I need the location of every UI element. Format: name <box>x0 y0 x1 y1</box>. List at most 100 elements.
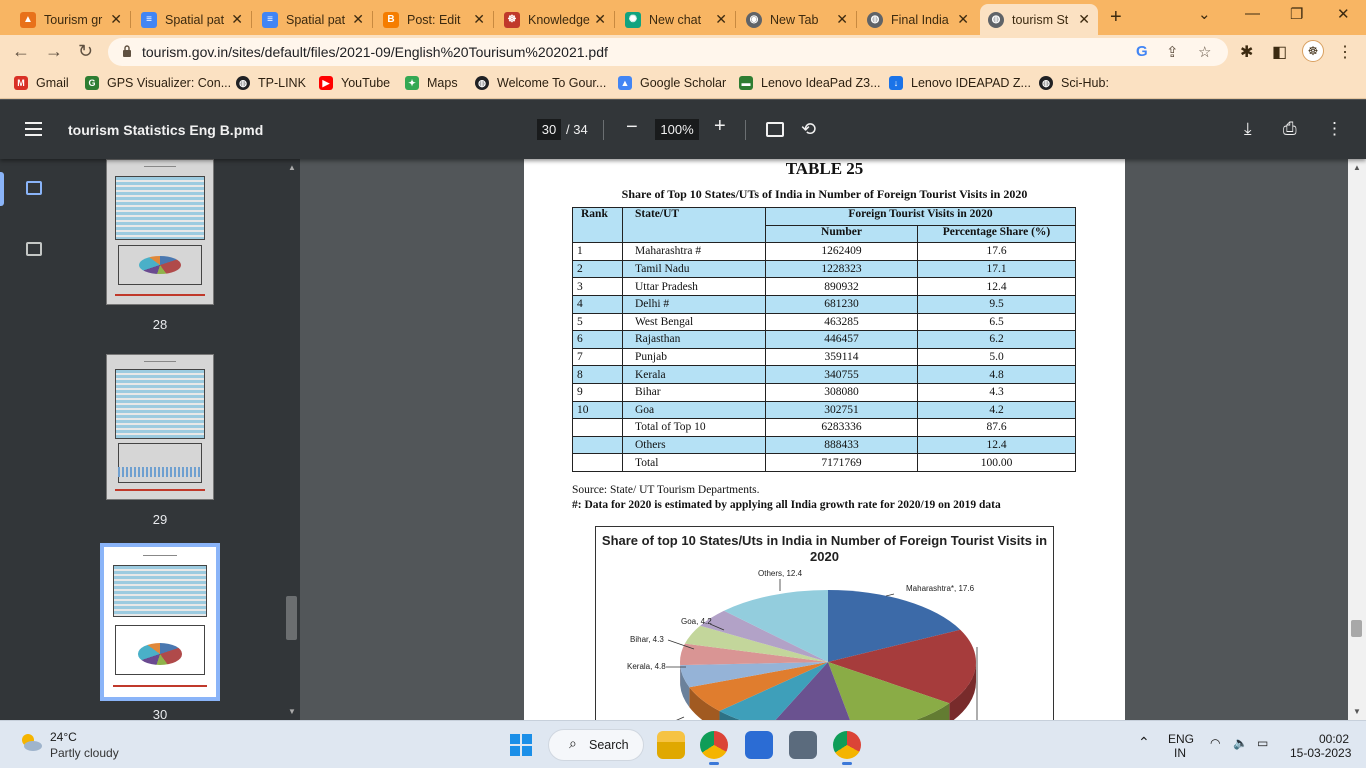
clock-date[interactable]: 15-03-2023 <box>1290 746 1351 760</box>
bookmark-gmail[interactable]: M Gmail <box>14 76 69 90</box>
pdf-page: TABLE 25 Share of Top 10 States/UTs of I… <box>524 159 1125 720</box>
close-icon[interactable]: ✕ <box>110 11 122 28</box>
lenovo-icon: ▬ <box>739 76 753 90</box>
close-icon[interactable]: ✕ <box>957 11 969 28</box>
bookmark-lenovo-1[interactable]: ▬ Lenovo IdeaPad Z3... <box>739 76 881 90</box>
number-cell: 1262409 <box>765 242 918 261</box>
more-options-icon[interactable]: ⋮ <box>1326 119 1343 139</box>
bookmark-gps-visualizer[interactable]: G GPS Visualizer: Con... <box>85 76 231 90</box>
scroll-thumb[interactable] <box>1351 620 1362 637</box>
close-icon[interactable]: ✕ <box>473 11 485 28</box>
chrome-icon[interactable] <box>700 731 728 765</box>
bookmark-gour[interactable]: ◍ Welcome To Gour... <box>475 76 606 90</box>
zoom-input[interactable]: 100% <box>655 119 699 140</box>
scroll-down-icon[interactable]: ▼ <box>1353 707 1361 716</box>
close-icon[interactable]: ✕ <box>352 11 364 28</box>
pie-chart: Share of top 10 States/Uts in India in N… <box>595 526 1054 720</box>
scroll-up-icon[interactable]: ▲ <box>1353 163 1361 172</box>
table-title: TABLE 25 <box>785 159 864 178</box>
header-number: Number <box>765 224 918 244</box>
thumbnail-page-28[interactable] <box>106 159 214 305</box>
windows-start-icon[interactable] <box>510 734 532 756</box>
tab-1[interactable]: ≡ Spatial pat ✕ <box>133 4 251 35</box>
bookmark-sci-hub[interactable]: ◍ Sci-Hub: <box>1039 76 1109 90</box>
page-number-input[interactable]: 30 <box>537 119 561 140</box>
scroll-down-icon[interactable]: ▼ <box>288 707 296 716</box>
tab-label: Post: Edit <box>407 12 461 27</box>
zoom-in-icon[interactable]: + <box>714 115 726 138</box>
table-row: 10 Goa 302751 4.2 <box>572 400 1076 420</box>
print-icon[interactable]: ⎙ <box>1283 119 1297 139</box>
download-icon[interactable]: ⤓ <box>1244 119 1252 139</box>
language-primary[interactable]: ENG <box>1168 732 1194 746</box>
sidebar-scrollbar[interactable] <box>286 596 297 640</box>
tab-6[interactable]: ◉ New Tab ✕ <box>738 4 856 35</box>
language-secondary[interactable]: IN <box>1174 746 1186 760</box>
bookmark-tp-link[interactable]: ◍ TP-LINK <box>236 76 306 90</box>
calculator-icon[interactable] <box>789 731 817 759</box>
bookmark-youtube[interactable]: ▶ YouTube <box>319 76 390 90</box>
tab-5[interactable]: ✺ New chat ✕ <box>617 4 735 35</box>
file-explorer-icon[interactable] <box>657 731 685 759</box>
side-panel-icon[interactable]: ◧ <box>1272 42 1287 62</box>
menu-kebab-icon[interactable]: ⋮ <box>1337 42 1353 62</box>
state-cell: Others <box>622 435 766 455</box>
menu-icon[interactable] <box>25 122 42 140</box>
address-bar[interactable]: tourism.gov.in/sites/default/files/2021-… <box>108 38 1228 66</box>
close-icon[interactable]: ✕ <box>1078 11 1090 28</box>
bookmark-google-scholar[interactable]: ▲ Google Scholar <box>618 76 726 90</box>
tab-search-icon[interactable]: ⌄ <box>1198 5 1211 23</box>
close-icon[interactable]: ✕ <box>231 11 243 28</box>
profile-avatar[interactable]: ☸ <box>1302 40 1324 62</box>
zoom-out-icon[interactable]: − <box>626 116 638 139</box>
page-scrollbar[interactable]: ▲ ▼ <box>1348 159 1366 720</box>
state-cell: Kerala <box>622 365 766 384</box>
notepad-icon[interactable] <box>745 731 773 759</box>
rotate-icon[interactable]: ⟲ <box>801 119 816 140</box>
tab-label: Final India <box>891 12 949 27</box>
fit-page-icon[interactable] <box>766 122 784 137</box>
number-cell: 308080 <box>765 382 918 402</box>
bookmark-star-icon[interactable]: ☆ <box>1198 43 1211 61</box>
restore-button[interactable]: ❐ <box>1290 5 1303 23</box>
close-window-button[interactable]: ✕ <box>1337 5 1350 23</box>
wifi-icon[interactable]: ◠ <box>1210 736 1220 750</box>
new-tab-button[interactable]: + <box>1110 6 1122 29</box>
battery-icon[interactable]: ▭ <box>1257 736 1268 750</box>
tab-3[interactable]: B Post: Edit ✕ <box>375 4 493 35</box>
tab-0[interactable]: ▲ Tourism gr ✕ <box>12 4 130 35</box>
number-cell: 890932 <box>765 277 918 296</box>
google-translate-icon[interactable]: G <box>1136 43 1148 60</box>
close-icon[interactable]: ✕ <box>715 11 727 28</box>
chrome-profile-icon[interactable] <box>833 731 861 765</box>
outline-icon[interactable] <box>26 242 42 256</box>
tab-label: Knowledge <box>528 12 590 27</box>
tab-8-active[interactable]: ◍ tourism St ✕ <box>980 4 1098 35</box>
scroll-up-icon[interactable]: ▲ <box>288 163 296 172</box>
chevron-up-icon[interactable]: ⌃ <box>1138 734 1150 751</box>
tab-2[interactable]: ≡ Spatial pat ✕ <box>254 4 372 35</box>
bookmark-maps[interactable]: ✦ Maps <box>405 76 458 90</box>
forward-icon[interactable]: → <box>45 41 63 62</box>
state-cell: Punjab <box>622 347 766 367</box>
reload-icon[interactable]: ↻ <box>78 41 93 62</box>
tab-4[interactable]: ☸ Knowledge ✕ <box>496 4 614 35</box>
clock-time[interactable]: 00:02 <box>1319 732 1349 746</box>
volume-icon[interactable]: 🔈 <box>1233 736 1248 750</box>
minimize-button[interactable]: — <box>1245 5 1260 22</box>
thumbnail-page-30[interactable] <box>100 543 220 701</box>
taskbar-search[interactable]: ⌕ Search <box>548 729 644 761</box>
thumbnails-icon[interactable] <box>26 181 42 195</box>
back-icon[interactable]: ← <box>12 41 30 62</box>
bookmark-lenovo-2[interactable]: ↓ Lenovo IDEAPAD Z... <box>889 76 1031 90</box>
table-row: 2 Tamil Nadu 1228323 17.1 <box>572 259 1076 279</box>
close-icon[interactable]: ✕ <box>836 11 848 28</box>
tab-7[interactable]: ◍ Final India ✕ <box>859 4 977 35</box>
close-icon[interactable]: ✕ <box>594 11 606 28</box>
extensions-icon[interactable]: ✱ <box>1240 42 1253 62</box>
share-cell: 9.5 <box>917 294 1076 314</box>
google-docs-icon: ≡ <box>262 11 278 28</box>
share-icon[interactable]: ⇪ <box>1166 43 1179 61</box>
globe-icon: ◍ <box>236 76 250 90</box>
thumbnail-page-29[interactable] <box>106 354 214 500</box>
